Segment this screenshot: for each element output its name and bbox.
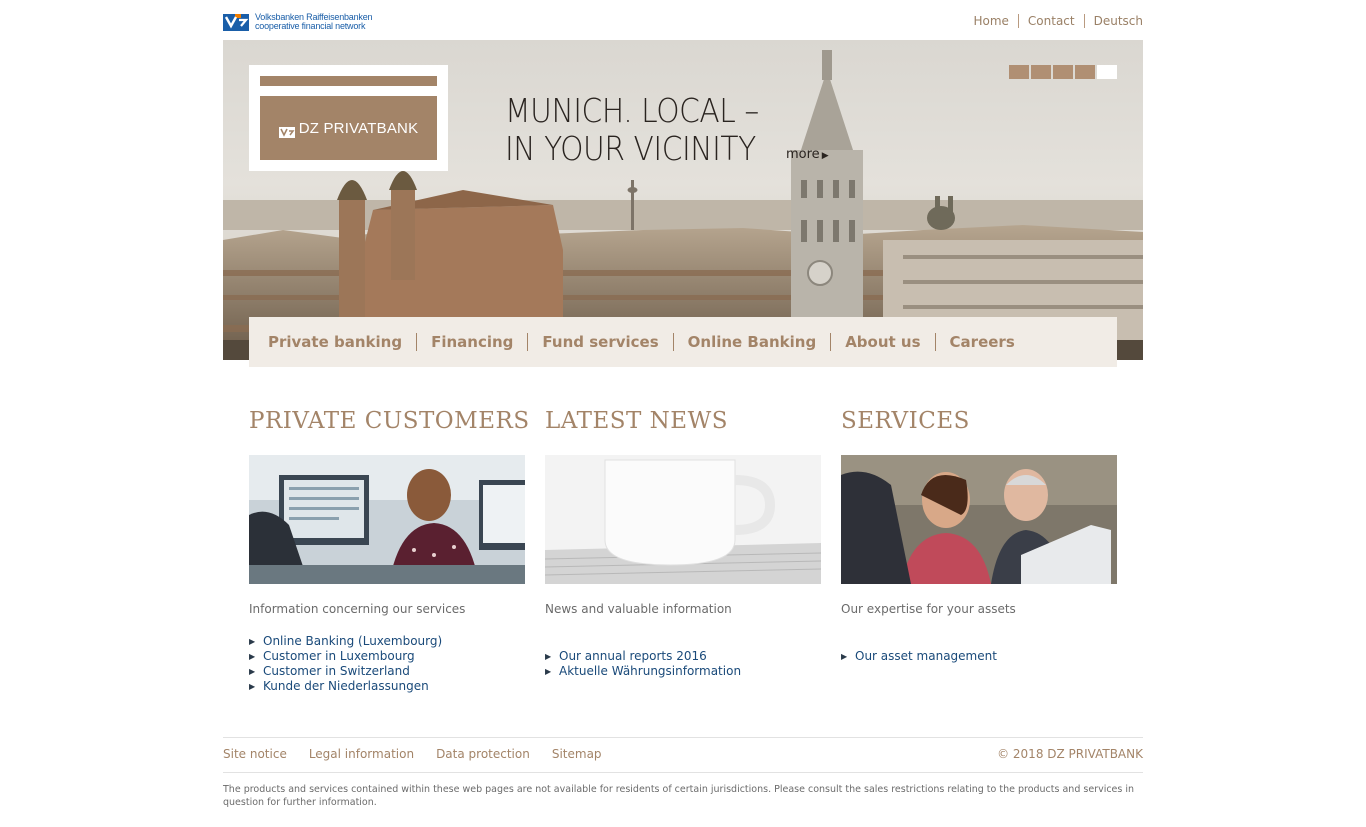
play-arrow-icon: ▶ [821, 151, 829, 161]
section-title: SERVICES [841, 408, 970, 434]
nav-financing[interactable]: Financing [416, 333, 527, 351]
slide-pager [1009, 65, 1119, 79]
link-asset-management[interactable]: Our asset management [841, 649, 1117, 664]
section-link-list: Our asset management [841, 649, 1117, 664]
nav-careers[interactable]: Careers [934, 333, 1029, 351]
section-subtitle: Information concerning our services [249, 602, 466, 616]
headline-line-2: IN YOUR VICINITY [505, 129, 756, 168]
link-kunde-niederlassungen[interactable]: Kunde der Niederlassungen [249, 679, 525, 694]
services-section: SERVICES Our expertise for your assets O… [841, 405, 1117, 664]
brand-name: DZ PRIVATBANK [298, 119, 419, 137]
hero-banner[interactable]: DZ PRIVATBANK MUNICH. LOCAL – IN YOUR VI… [223, 40, 1143, 360]
headline-line-1: MUNICH. LOCAL – [505, 91, 759, 130]
nav-online-banking[interactable]: Online Banking [672, 333, 831, 351]
section-link-list: Online Banking (Luxembourg) Customer in … [249, 634, 525, 694]
section-link-list: Our annual reports 2016 Aktuelle Währung… [545, 649, 821, 679]
nav-private-banking[interactable]: Private banking [254, 333, 416, 351]
sitemap-link[interactable]: Sitemap [552, 747, 602, 761]
legal-information-link[interactable]: Legal information [309, 747, 414, 761]
language-link[interactable]: Deutsch [1083, 14, 1143, 28]
more-label: more [786, 147, 820, 162]
private-customers-section: PRIVATE CUSTOMERS Information concerning… [249, 405, 530, 694]
hero-more-link[interactable]: more ▶ [786, 147, 829, 162]
office-workers-image[interactable] [249, 455, 525, 584]
disclaimer-text: The products and services contained with… [223, 784, 1135, 808]
home-link[interactable]: Home [964, 14, 1017, 28]
brand-stripe [260, 76, 437, 86]
vr-logo-icon [223, 13, 249, 31]
logo-line-2: cooperative financial network [255, 21, 366, 31]
section-subtitle: News and valuable information [545, 602, 732, 616]
data-protection-link[interactable]: Data protection [436, 747, 530, 761]
section-subtitle: Our expertise for your assets [841, 602, 1016, 616]
top-bar: Volksbanken Raiffeisenbanken cooperative… [223, 0, 1143, 40]
footer-links: Site notice Legal information Data prote… [223, 747, 624, 761]
link-customer-switzerland[interactable]: Customer in Switzerland [249, 664, 525, 679]
dz-privatbank-logo[interactable]: DZ PRIVATBANK [249, 65, 448, 171]
footer-divider-top [223, 737, 1143, 738]
coffee-newspaper-image[interactable] [545, 455, 821, 584]
slide-dot[interactable] [1053, 65, 1073, 79]
vr-logo-text: Volksbanken Raiffeisenbanken cooperative… [255, 13, 373, 31]
advisors-image[interactable] [841, 455, 1117, 584]
link-currency-information[interactable]: Aktuelle Währungsinformation [545, 664, 821, 679]
link-customer-luxembourg[interactable]: Customer in Luxembourg [249, 649, 525, 664]
brand-plate: DZ PRIVATBANK [260, 96, 437, 160]
nav-fund-services[interactable]: Fund services [527, 333, 672, 351]
main-nav: Private banking Financing Fund services … [249, 317, 1117, 367]
latest-news-section: LATEST NEWS News and valuable informatio… [545, 405, 821, 679]
slide-dot-active[interactable] [1097, 65, 1117, 79]
dz-bank-icon [278, 123, 295, 138]
vr-logo[interactable]: Volksbanken Raiffeisenbanken cooperative… [223, 13, 373, 31]
slide-dot[interactable] [1031, 65, 1051, 79]
footer-divider-bottom [223, 772, 1143, 773]
nav-about-us[interactable]: About us [830, 333, 934, 351]
site-notice-link[interactable]: Site notice [223, 747, 287, 761]
hero-headline: MUNICH. LOCAL – IN YOUR VICINITY [505, 92, 759, 168]
slide-dot[interactable] [1075, 65, 1095, 79]
link-annual-reports[interactable]: Our annual reports 2016 [545, 649, 821, 664]
slide-dot[interactable] [1009, 65, 1029, 79]
section-title: LATEST NEWS [545, 408, 728, 434]
section-title: PRIVATE CUSTOMERS [249, 408, 530, 434]
contact-link[interactable]: Contact [1017, 14, 1084, 28]
copyright: © 2018 DZ PRIVATBANK [997, 747, 1143, 761]
top-links: Home Contact Deutsch [964, 14, 1143, 28]
link-online-banking-luxembourg[interactable]: Online Banking (Luxembourg) [249, 634, 525, 649]
